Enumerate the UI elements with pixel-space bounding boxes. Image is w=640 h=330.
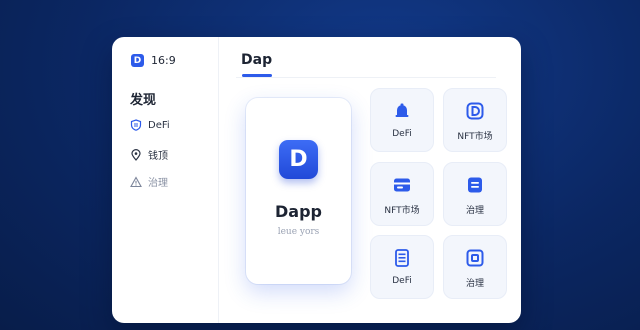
page-title: Dap xyxy=(241,52,273,68)
app-tile-defi[interactable]: DeFi xyxy=(370,88,434,152)
title-divider xyxy=(236,77,496,78)
brand-logo: D xyxy=(131,54,144,67)
sidebar-item-label: 治理 xyxy=(148,178,168,189)
brand[interactable]: D 16:9 xyxy=(131,54,176,67)
app-tile-label: DeFi xyxy=(392,129,412,139)
app-tile-governance[interactable]: 治理 xyxy=(443,162,507,226)
location-pin-icon xyxy=(131,148,141,161)
featured-app-logo: D xyxy=(279,140,318,179)
app-window: D 16:9 发现 DeFi 钱顶 治理 Dap D Dapp leue yor… xyxy=(112,37,521,323)
warning-triangle-icon xyxy=(130,175,142,187)
document-lines-icon xyxy=(395,249,409,267)
shield-icon xyxy=(130,119,142,131)
app-tile-governance-2[interactable]: 治理 xyxy=(443,235,507,299)
brand-text: 16:9 xyxy=(151,54,176,67)
sidebar-item-defi[interactable]: DeFi xyxy=(130,119,170,131)
app-tile-nft-market[interactable]: NFT市场 xyxy=(443,88,507,152)
bell-icon xyxy=(395,103,409,117)
square-frame-icon xyxy=(466,249,484,267)
d-badge-icon xyxy=(466,102,484,120)
app-tile-label: DeFi xyxy=(392,276,412,286)
featured-app-card[interactable]: D Dapp leue yors xyxy=(246,98,351,284)
app-tile-nft-market-2[interactable]: NFT市场 xyxy=(370,162,434,226)
section-title: 发现 xyxy=(130,93,157,108)
app-tile-label: NFT市场 xyxy=(457,132,493,142)
featured-app-subtitle: leue yors xyxy=(277,227,320,237)
sidebar-item-label: 钱顶 xyxy=(148,151,168,162)
sidebar: D 16:9 发现 DeFi 钱顶 治理 xyxy=(112,37,219,323)
sidebar-item-governance[interactable]: 治理 xyxy=(130,174,168,189)
app-tile-label: 治理 xyxy=(465,206,484,216)
featured-app-name: Dapp xyxy=(275,202,322,221)
sidebar-item-2[interactable]: 钱顶 xyxy=(130,147,168,162)
app-tile-label: NFT市场 xyxy=(384,206,420,216)
wallet-icon xyxy=(394,178,410,192)
app-tile-defi-2[interactable]: DeFi xyxy=(370,235,434,299)
sidebar-item-label: DeFi xyxy=(148,119,170,131)
card-list-icon xyxy=(468,177,482,193)
app-tile-label: 治理 xyxy=(465,279,484,289)
